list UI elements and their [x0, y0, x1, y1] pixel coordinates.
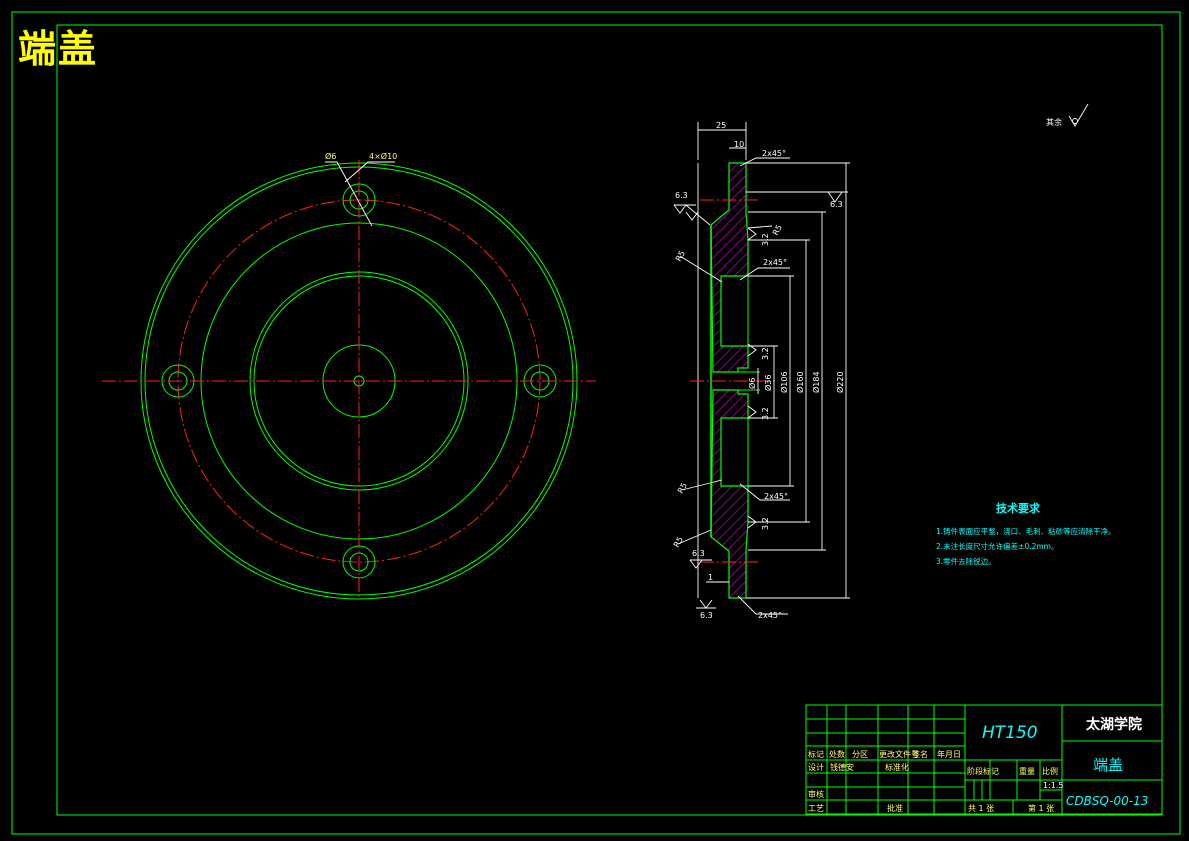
tb-part-name: 端盖 [1093, 756, 1123, 774]
tech-item-2: 2.未注长度尺寸允许偏差±0.2mm。 [936, 541, 1058, 551]
tb-row-label-2: 处数 [829, 749, 845, 759]
tb-sheet-current: 第 1 张 [1028, 803, 1054, 813]
tech-heading: 技术要求 [996, 501, 1041, 515]
dim-label-6: Ø6 [747, 378, 757, 389]
leader-hole [325, 161, 373, 227]
roughness-bottom: 6.3 [696, 599, 716, 620]
tb-approve-label: 批准 [887, 803, 903, 813]
roughness-inner-1: 3.2 [747, 227, 770, 246]
tb-standardization-label: 标准化 [885, 762, 909, 772]
tech-requirements: 技术要求 1.铸件表面应平整，浇口、毛刺、粘砂等应清除干净。 2.未注长度尺寸允… [936, 501, 1116, 566]
section-hatch-lower [710, 389, 749, 599]
tb-stage-label: 阶段标记 [967, 766, 999, 776]
tb-sheets-total: 共 1 张 [968, 804, 994, 813]
label-hole-small: Ø6 [325, 151, 336, 161]
chamfer-label-3: 2x45° [764, 492, 788, 501]
tb-row-label-3: 分区 [852, 750, 868, 759]
tech-item-3: 3.零件去除锐边。 [936, 556, 996, 566]
dim-label-160: Ø160 [795, 371, 805, 393]
dim-label-220: Ø220 [835, 371, 845, 393]
svg-text:6.3: 6.3 [675, 191, 688, 200]
tb-row-label-1: 标记 [808, 749, 824, 759]
radius-label-2: R5 [676, 481, 689, 495]
dim-label-106: Ø106 [779, 371, 789, 393]
drawing-canvas: Ø6 4×Ø10 Ø220 Ø184 Ø160 Ø106 Ø36 Ø6 25 1… [11, 11, 1181, 835]
section-hatch-upper [710, 162, 749, 373]
title-block: 标记 处数 分区 更改文件号 签名 年月日 设计 钱德安 标准化 审核 工艺 批… [805, 704, 1163, 815]
chamfer-label-4: 2x45° [758, 611, 782, 620]
dim-label-1: 1 [708, 573, 713, 582]
tb-designer-label: 设计 [808, 762, 824, 772]
svg-text:其余: 其余 [1046, 117, 1062, 127]
radius-label-4: R5 [771, 223, 784, 237]
chamfer-label-2: 2x45° [763, 258, 787, 267]
dim-label-184: Ø184 [811, 371, 821, 393]
chamfer-label-1: 2x45° [762, 149, 786, 158]
roughness-bottom-left: 6.3 [689, 549, 712, 569]
surface-finish-note: 其余 [1046, 103, 1089, 127]
chamfer-leader-1 [739, 157, 790, 167]
tb-review-label: 审核 [808, 789, 824, 799]
svg-text:3.2: 3.2 [761, 233, 770, 246]
roughness-right: 6.3 [746, 191, 848, 209]
svg-text:3.2: 3.2 [761, 347, 770, 360]
label-holes: 4×Ø10 [369, 151, 397, 161]
tb-material: HT150 [982, 723, 1038, 743]
radius-label-3: R5 [672, 535, 685, 549]
svg-text:6.3: 6.3 [692, 549, 705, 558]
tb-drawing-number: CDBSQ-00-13 [1066, 794, 1148, 808]
tech-item-1: 1.铸件表面应平整，浇口、毛刺、粘砂等应清除干净。 [936, 526, 1116, 536]
front-view: Ø6 4×Ø10 [102, 151, 596, 600]
tb-row-label-5: 签名 [912, 749, 928, 759]
roughness-inner-4: 3.2 [747, 515, 770, 530]
tb-designer-name: 钱德安 [830, 762, 854, 772]
svg-text:3.2: 3.2 [761, 407, 770, 420]
tb-school: 太湖学院 [1086, 716, 1142, 733]
tb-row-label-6: 年月日 [937, 749, 961, 759]
svg-text:6.3: 6.3 [830, 200, 843, 209]
tb-scale-value: 1:1.5 [1043, 781, 1064, 790]
inner-border [56, 24, 1163, 816]
dim-label-36: Ø36 [763, 375, 773, 391]
dim-label-25: 25 [716, 121, 726, 130]
outer-border [11, 11, 1181, 835]
tb-process-label: 工艺 [808, 804, 824, 813]
svg-text:6.3: 6.3 [700, 611, 713, 620]
dim-label-10: 10 [734, 140, 744, 149]
section-view: Ø220 Ø184 Ø160 Ø106 Ø36 Ø6 25 10 1 2x45°… [672, 121, 850, 620]
svg-text:3.2: 3.2 [761, 517, 770, 530]
radius-leader-4 [747, 225, 773, 229]
radius-label-1: R5 [674, 249, 687, 263]
tb-weight-label: 重量 [1019, 766, 1035, 776]
tb-scale-label: 比例 [1042, 766, 1058, 776]
